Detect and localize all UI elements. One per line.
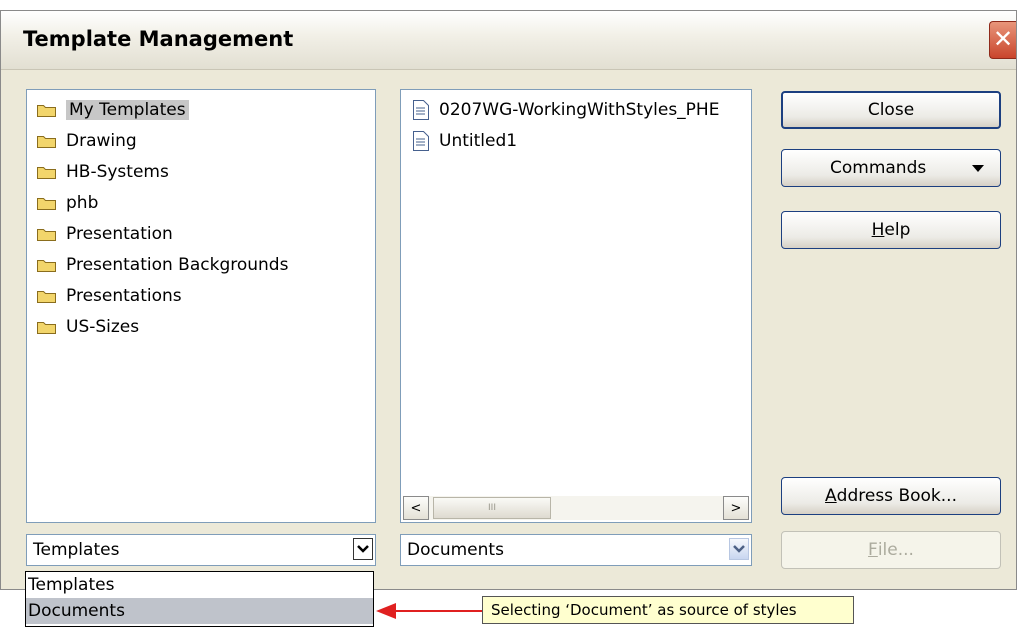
category-list[interactable]: My Templates Drawing HB-Systems phb Pres…	[26, 89, 376, 523]
folder-icon	[37, 290, 56, 303]
source-select-right-value: Documents	[407, 540, 504, 560]
list-item-label: HB-Systems	[66, 162, 169, 182]
dropdown-button[interactable]	[729, 538, 749, 560]
close-window-button[interactable]: ✕	[989, 21, 1016, 59]
file-button: File...	[781, 531, 1001, 569]
list-item[interactable]: My Templates	[37, 96, 189, 124]
document-icon	[413, 131, 429, 151]
list-item-label: phb	[66, 193, 99, 213]
list-item[interactable]: Presentations	[37, 282, 182, 310]
source-select-right[interactable]: Documents	[400, 534, 752, 566]
scroll-right-button[interactable]: >	[723, 496, 749, 520]
source-select-left[interactable]: Templates	[26, 534, 376, 566]
source-dropdown-list[interactable]: Templates Documents	[25, 571, 374, 627]
list-item-label: Presentation	[66, 224, 173, 244]
folder-icon	[37, 321, 56, 334]
title-bar: Template Management ✕	[1, 11, 1016, 70]
folder-icon	[37, 166, 56, 179]
close-button[interactable]: Close	[781, 91, 1001, 129]
folder-icon	[37, 104, 56, 117]
scroll-left-button[interactable]: <	[403, 496, 429, 520]
list-item[interactable]: US-Sizes	[37, 313, 139, 341]
list-item[interactable]: Drawing	[37, 127, 137, 155]
list-item[interactable]: 0207WG-WorkingWithStyles_PHE	[413, 96, 738, 124]
help-button[interactable]: Help	[781, 211, 1001, 249]
chevron-down-icon	[733, 545, 745, 553]
list-item[interactable]: Untitled1	[413, 127, 517, 155]
folder-icon	[37, 259, 56, 272]
horizontal-scrollbar[interactable]: < III >	[403, 496, 749, 520]
source-select-left-value: Templates	[33, 540, 120, 560]
commands-button[interactable]: Commands	[781, 149, 1001, 187]
list-item-label: My Templates	[66, 100, 189, 120]
dropdown-button[interactable]	[353, 538, 373, 560]
list-item-label: Presentations	[66, 286, 182, 306]
list-item-label: Drawing	[66, 131, 137, 151]
list-item[interactable]: Presentation	[37, 220, 173, 248]
chevron-down-icon	[357, 545, 369, 553]
folder-icon	[37, 197, 56, 210]
list-item-label: Presentation Backgrounds	[66, 255, 289, 275]
list-item[interactable]: phb	[37, 189, 98, 217]
commands-button-label: Commands	[830, 158, 927, 178]
dropdown-option[interactable]: Templates	[26, 572, 373, 598]
list-item-label: US-Sizes	[66, 317, 140, 337]
red-arrow-icon	[376, 603, 482, 619]
address-book-button[interactable]: Address Book...	[781, 477, 1001, 515]
dialog-title: Template Management	[23, 27, 294, 51]
folder-icon	[37, 228, 56, 241]
list-item-label: Untitled1	[439, 131, 518, 151]
list-item[interactable]: Presentation Backgrounds	[37, 251, 288, 279]
document-list[interactable]: 0207WG-WorkingWithStyles_PHE Untitled1 <…	[400, 89, 752, 523]
scroll-thumb[interactable]: III	[433, 497, 551, 519]
template-management-dialog: Template Management ✕ My Templates Drawi…	[0, 10, 1017, 590]
annotation-callout: Selecting ‘Document’ as source of styles	[482, 596, 854, 624]
list-item[interactable]: HB-Systems	[37, 158, 169, 186]
document-icon	[413, 100, 429, 120]
dropdown-option-highlighted[interactable]: Documents	[26, 598, 373, 624]
folder-icon	[37, 135, 56, 148]
triangle-down-icon	[972, 165, 984, 172]
list-item-label: 0207WG-WorkingWithStyles_PHE	[439, 100, 720, 120]
